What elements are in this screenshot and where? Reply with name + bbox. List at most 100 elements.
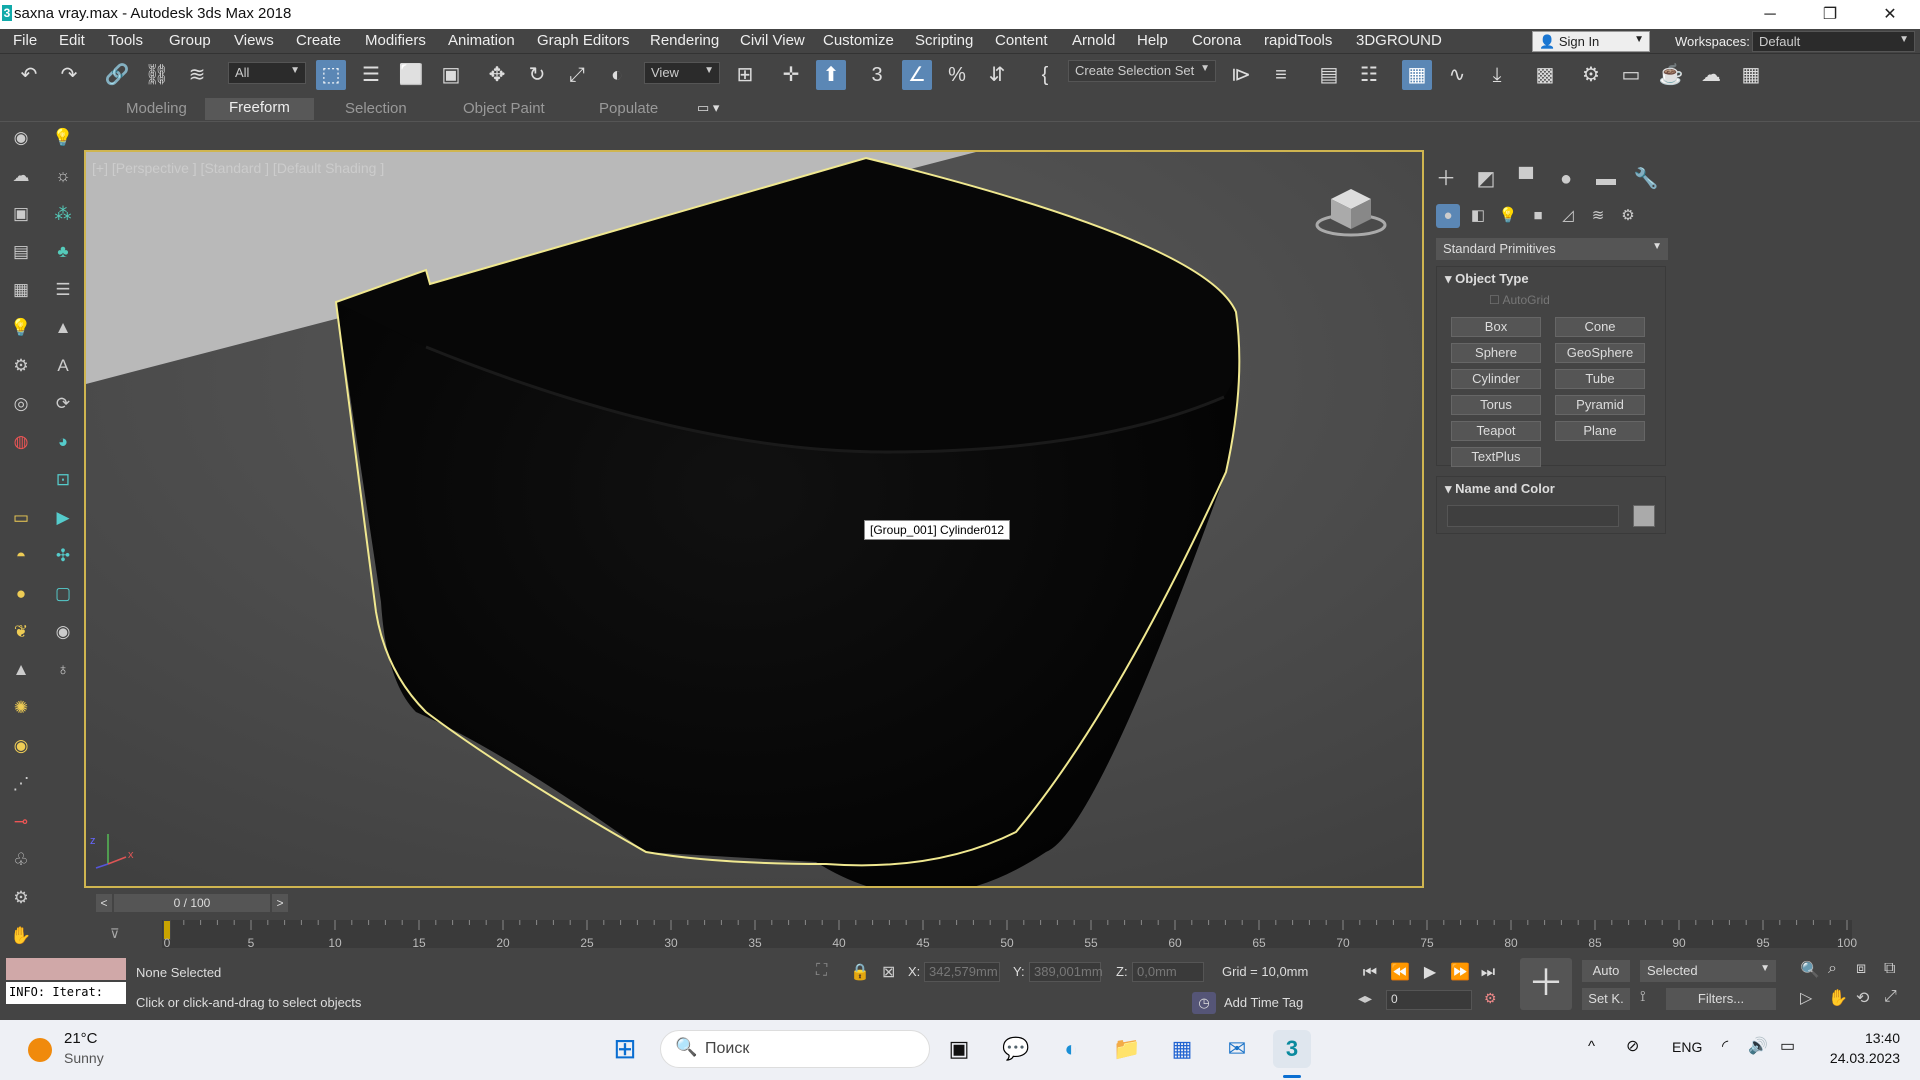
pipe-icon[interactable]: ⊸ — [8, 809, 34, 835]
named-selection-edit-icon[interactable]: { — [1030, 60, 1060, 90]
zoom-icon[interactable]: 🔍 — [1800, 960, 1820, 980]
key-mode-icon[interactable]: ◂▸ — [1358, 990, 1372, 1007]
pyramid-button[interactable]: Pyramid — [1555, 395, 1645, 415]
document-icon[interactable]: ▤ — [8, 239, 34, 265]
spinner-snap-icon[interactable]: ⇵ — [982, 60, 1012, 90]
tube-button[interactable]: Tube — [1555, 369, 1645, 389]
default-in-out-tangents-icon[interactable]: ⟟ — [1640, 988, 1660, 1010]
geometry-icon[interactable]: ● — [1436, 204, 1460, 228]
angle-snap-icon[interactable]: ∠ — [902, 60, 932, 90]
teams-chat-icon[interactable]: 💬 — [997, 1030, 1035, 1068]
snap-toggle-icon[interactable]: 3 — [862, 60, 892, 90]
geosphere-button[interactable]: GeoSphere — [1555, 343, 1645, 363]
rectangular-selection-icon[interactable]: ⬜ — [396, 60, 426, 90]
time-tag-icon[interactable]: ◷ — [1192, 992, 1216, 1014]
bind-space-warp-icon[interactable]: ≋ — [182, 60, 212, 90]
weather-sun-icon[interactable] — [28, 1038, 52, 1062]
a360-gallery-icon[interactable]: ▦ — [1736, 60, 1766, 90]
redo-icon[interactable]: ↷ — [54, 60, 84, 90]
utilities-tab-icon[interactable]: 🔧 — [1632, 166, 1660, 192]
sun-icon[interactable]: ☼ — [50, 163, 76, 189]
tab-populate[interactable]: Populate — [599, 100, 658, 117]
rotate-icon[interactable]: ⟳ — [50, 391, 76, 417]
light-bulb-icon[interactable]: 💡 — [50, 125, 76, 151]
hand-icon[interactable]: ✋ — [8, 923, 34, 949]
tab-selection[interactable]: Selection — [345, 100, 407, 117]
microsoft-store-icon[interactable]: ▦ — [1163, 1030, 1201, 1068]
auto-key-button[interactable]: Auto — [1582, 960, 1630, 982]
maxscript-listener-top[interactable] — [6, 958, 126, 980]
menu-civil-view[interactable]: Civil View — [740, 32, 805, 49]
curve-editor-mini-icon[interactable]: ⊽ — [110, 926, 120, 942]
name-and-color-header[interactable]: ▾ Name and Color — [1445, 481, 1555, 497]
volume-icon[interactable]: 🔊 — [1748, 1036, 1768, 1056]
lights-icon[interactable]: 💡 — [1496, 204, 1520, 228]
list-icon[interactable]: ☰ — [50, 277, 76, 303]
menu-animation[interactable]: Animation — [448, 32, 515, 49]
render-in-cloud-icon[interactable]: ☁ — [1696, 60, 1726, 90]
toggle-ribbon-icon[interactable]: ▦ — [1402, 60, 1432, 90]
orbit-icon[interactable]: ⟲ — [1856, 988, 1869, 1008]
menu-create[interactable]: Create — [296, 32, 341, 49]
sphere-button[interactable]: Sphere — [1451, 343, 1541, 363]
sign-in-button[interactable]: 👤 Sign In ▼ — [1532, 31, 1650, 52]
named-selection-sets-dropdown[interactable]: Create Selection Set ▼ — [1068, 60, 1216, 82]
cone-button[interactable]: Cone — [1555, 317, 1645, 337]
close-button[interactable]: ✕ — [1860, 0, 1920, 29]
link-icon[interactable]: 🔗 — [102, 60, 132, 90]
mail-icon[interactable]: ✉ — [1218, 1030, 1256, 1068]
image-icon[interactable]: ▣ — [8, 201, 34, 227]
pan-view-icon[interactable]: ✋ — [1828, 988, 1848, 1008]
language-indicator[interactable]: ENG — [1672, 1039, 1702, 1055]
menu-help[interactable]: Help — [1137, 32, 1168, 49]
table-icon[interactable]: ▦ — [8, 277, 34, 303]
cylinder-button[interactable]: Cylinder — [1451, 369, 1541, 389]
layer-explorer-icon[interactable]: ☷ — [1354, 60, 1384, 90]
add-time-tag[interactable]: Add Time Tag — [1224, 995, 1303, 1010]
create-shape-icon[interactable]: ◉ — [8, 125, 34, 151]
mirror-icon[interactable]: ⧐ — [1226, 60, 1256, 90]
wing-icon[interactable]: ❦ — [8, 619, 34, 645]
systems-icon[interactable]: ⚙ — [1616, 204, 1640, 228]
restore-button[interactable]: ❐ — [1800, 0, 1860, 29]
next-frame-icon[interactable]: ⏩ — [1448, 961, 1472, 985]
rotate-icon[interactable]: ↻ — [522, 60, 552, 90]
pivot-center-icon[interactable]: ⊞ — [730, 60, 760, 90]
weather-condition[interactable]: Sunny — [64, 1050, 104, 1066]
selection-filter-dropdown[interactable]: All ▼ — [228, 62, 306, 84]
clock-time[interactable]: 13:40 — [1840, 1030, 1900, 1046]
menu-3dground[interactable]: 3DGROUND — [1356, 32, 1442, 49]
cloud-icon[interactable]: ☁ — [8, 163, 34, 189]
align-icon[interactable]: ≡ — [1266, 60, 1296, 90]
set-key-icon[interactable]: ＋ — [1520, 958, 1572, 1010]
rendered-frame-window-icon[interactable]: ▭ — [1616, 60, 1646, 90]
menu-rendering[interactable]: Rendering — [650, 32, 719, 49]
wifi-icon[interactable]: ◜ — [1722, 1036, 1728, 1056]
place-icon[interactable]: ◐ — [602, 60, 632, 90]
pyramid-icon[interactable]: ▲ — [8, 657, 34, 683]
zoom-extents-icon[interactable]: ⧈ — [1856, 960, 1866, 978]
key-filters-button[interactable]: Filters... — [1666, 988, 1776, 1010]
menu-tools[interactable]: Tools — [108, 32, 143, 49]
modify-tab-icon[interactable]: ◩ — [1472, 166, 1500, 192]
bulb-icon[interactable]: 💡 — [8, 315, 34, 341]
render-production-icon[interactable]: ☕ — [1656, 60, 1686, 90]
reference-coordinate-dropdown[interactable]: View ▼ — [644, 62, 720, 84]
move-icon[interactable]: ✥ — [482, 60, 512, 90]
light-icon[interactable]: ♁ — [50, 657, 76, 683]
x-coordinate-field[interactable]: 342,579mm — [924, 962, 1000, 982]
create-tab-icon[interactable]: ＋ — [1432, 166, 1460, 192]
time-slider-prev[interactable]: < — [96, 894, 112, 912]
object-color-swatch[interactable] — [1633, 505, 1655, 527]
set-key-button[interactable]: Set K. — [1582, 988, 1630, 1010]
tab-object-paint[interactable]: Object Paint — [463, 100, 545, 117]
box-button[interactable]: Box — [1451, 317, 1541, 337]
window-icon[interactable]: ▭ — [8, 505, 34, 531]
unlink-icon[interactable]: ⛓ — [142, 60, 172, 90]
menu-content[interactable]: Content — [995, 32, 1048, 49]
battery-icon[interactable]: ▭ — [1780, 1036, 1795, 1056]
viewport-label[interactable]: [+] [Perspective ] [Standard ] [Default … — [92, 160, 384, 176]
task-view-icon[interactable]: ▣ — [940, 1030, 978, 1068]
tab-modeling[interactable]: Modeling — [126, 100, 187, 117]
keyboard-shortcut-override-icon[interactable]: ⬆ — [816, 60, 846, 90]
